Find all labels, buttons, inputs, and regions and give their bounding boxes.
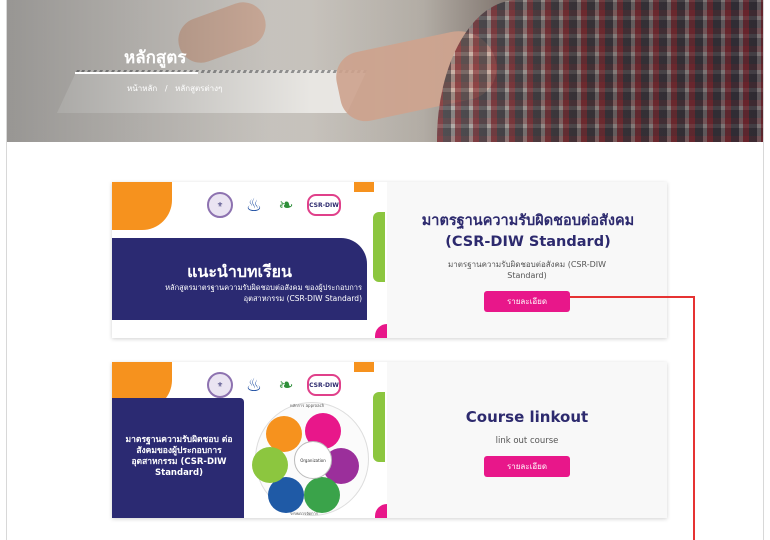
breadcrumb-separator: / bbox=[164, 84, 168, 93]
title-underline bbox=[75, 72, 198, 74]
wheel-center: Organization bbox=[294, 441, 332, 479]
flame-logo-icon: ♨ bbox=[243, 194, 265, 216]
green-bar-decoration bbox=[373, 392, 385, 462]
ministry-seal-icon: ⚜ bbox=[207, 372, 233, 398]
ministry-seal-icon: ⚜ bbox=[207, 192, 233, 218]
page-title: หลักสูตร bbox=[124, 48, 187, 68]
orange-decoration bbox=[354, 362, 374, 372]
details-button[interactable]: รายละเอียด bbox=[484, 456, 570, 477]
wheel-petal bbox=[304, 477, 340, 513]
course-info: มาตรฐานความรับผิดชอบต่อสังคม (CSR-DIW St… bbox=[387, 182, 667, 338]
logo-row: ⚜ ♨ ❧ CSR-DIW bbox=[207, 192, 341, 218]
breadcrumb-home[interactable]: หน้าหลัก bbox=[127, 84, 157, 93]
pink-corner-decoration bbox=[375, 504, 387, 518]
wheel-petal bbox=[252, 447, 288, 483]
annotation-line bbox=[570, 296, 694, 298]
wheel-bottom-label: ระบบการจัดการ bbox=[290, 511, 318, 516]
course-card: ⚜ ♨ ❧ CSR-DIW มาตรฐานความรับผิดชอบ ต่อสั… bbox=[112, 362, 667, 518]
wheel-top-label: หลักการ approach bbox=[290, 403, 325, 408]
course-card: ⚜ ♨ ❧ CSR-DIW แนะนำบทเรียน หลักสูตรมาตรฐ… bbox=[112, 182, 667, 338]
breadcrumb: หน้าหลัก / หลักสูตรต่างๆ bbox=[127, 82, 227, 95]
green-bar-decoration bbox=[373, 212, 385, 282]
course-title: Course linkout bbox=[465, 408, 589, 426]
logo-row: ⚜ ♨ ❧ CSR-DIW bbox=[207, 372, 341, 398]
course-thumbnail[interactable]: ⚜ ♨ ❧ CSR-DIW มาตรฐานความรับผิดชอบ ต่อสั… bbox=[112, 362, 387, 518]
course-description: มาตรฐานความรับผิดชอบต่อสังคม (CSR-DIW St… bbox=[447, 260, 607, 280]
left-frame bbox=[0, 0, 7, 540]
course-description: link out course bbox=[495, 436, 559, 446]
course-title: มาตรฐานความรับผิดชอบต่อสังคม (CSR-DIW St… bbox=[421, 213, 635, 250]
pink-corner-decoration bbox=[375, 324, 387, 338]
breadcrumb-current: หลักสูตรต่างๆ bbox=[175, 84, 223, 93]
thumbnail-subtitle: หลักสูตรมาตรฐานความรับผิดชอบต่อสังคม ของ… bbox=[165, 283, 362, 303]
csr-framework-wheel: หลักการ approach Organization ระบบการจัด… bbox=[252, 402, 369, 516]
thumbnail-title: มาตรฐานความรับผิดชอบ ต่อสังคมของผู้ประกอ… bbox=[125, 435, 233, 478]
flame-logo-icon: ♨ bbox=[243, 374, 265, 396]
course-thumbnail[interactable]: ⚜ ♨ ❧ CSR-DIW แนะนำบทเรียน หลักสูตรมาตรฐ… bbox=[112, 182, 387, 338]
details-button[interactable]: รายละเอียด bbox=[484, 291, 570, 312]
hero-overlay bbox=[7, 0, 763, 142]
leaf-logo-icon: ❧ bbox=[275, 194, 297, 216]
csr-diw-logo: CSR-DIW bbox=[307, 194, 341, 216]
course-info: Course linkout link out course รายละเอีย… bbox=[387, 362, 667, 518]
right-frame bbox=[763, 0, 770, 540]
csr-diw-logo: CSR-DIW bbox=[307, 374, 341, 396]
orange-decoration bbox=[354, 182, 374, 192]
annotation-line bbox=[693, 296, 695, 540]
hero-banner: หลักสูตร หน้าหลัก / หลักสูตรต่างๆ bbox=[7, 0, 763, 142]
leaf-logo-icon: ❧ bbox=[275, 374, 297, 396]
orange-tab-decoration bbox=[112, 182, 172, 230]
